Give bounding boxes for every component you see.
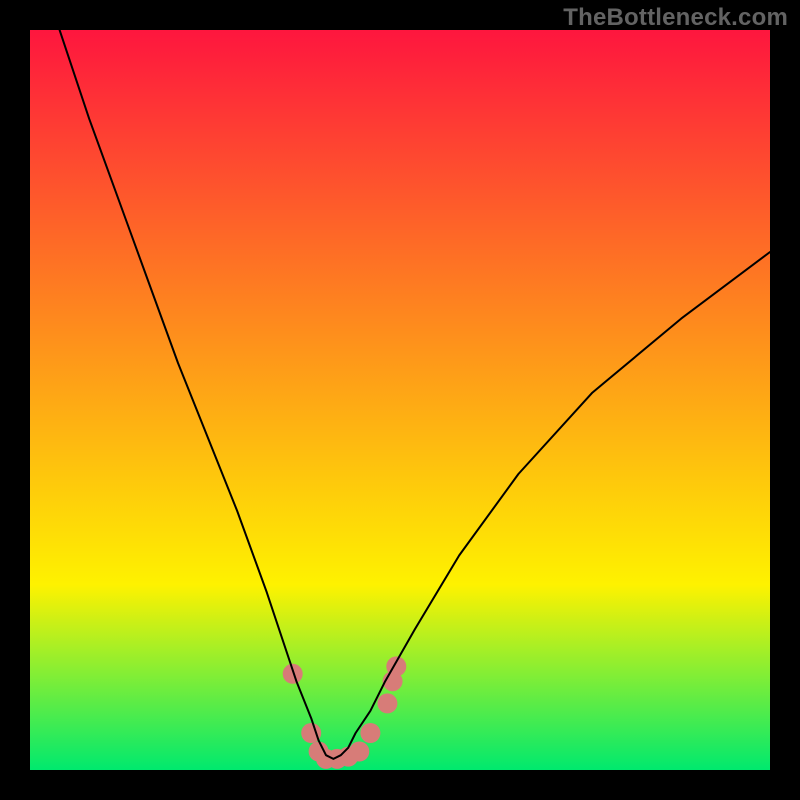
chart-frame: TheBottleneck.com [0, 0, 800, 800]
marker-dot [349, 742, 369, 762]
marker-dot [360, 723, 380, 743]
plot-area [30, 30, 770, 770]
marker-dot [283, 664, 303, 684]
watermark-text: TheBottleneck.com [563, 4, 788, 32]
marker-dot [377, 693, 397, 713]
chart-svg [30, 30, 770, 770]
